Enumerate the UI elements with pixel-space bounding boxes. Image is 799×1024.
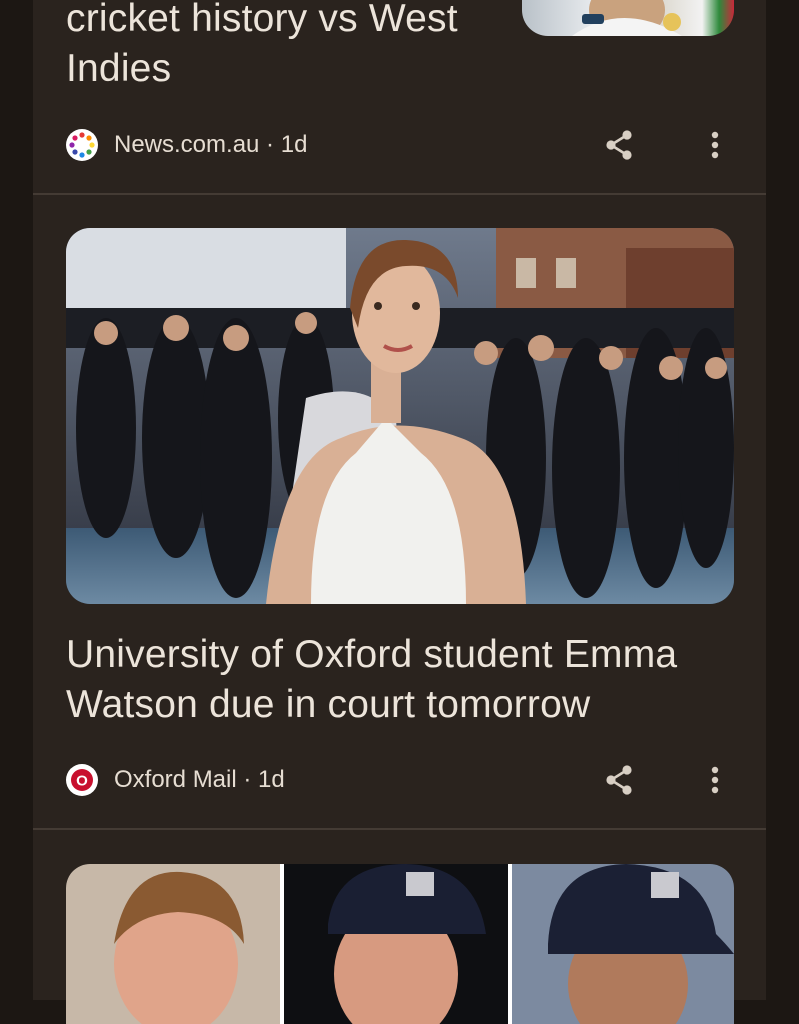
article-image[interactable]	[66, 864, 734, 1024]
card-divider	[33, 828, 766, 830]
meta-separator: ·	[236, 766, 259, 793]
more-options-button[interactable]	[700, 762, 730, 798]
source-name: Oxford Mail	[114, 766, 237, 793]
share-icon	[606, 765, 632, 795]
news-card[interactable]: University of Oxford student Emma Watson…	[33, 0, 766, 830]
share-button[interactable]	[601, 762, 637, 798]
article-image[interactable]	[66, 228, 734, 604]
news-feed: cricket history vs West Indies News.com.…	[33, 0, 766, 1024]
more-vert-icon	[711, 766, 719, 794]
source-row: O Oxford Mail · 1d	[66, 760, 734, 800]
source-meta[interactable]: Oxford Mail · 1d	[114, 766, 285, 794]
article-age: 1d	[258, 766, 285, 793]
oxford-mail-logo-letter: O	[76, 773, 88, 790]
cricket-players-collage	[66, 864, 734, 1024]
oxford-mail-logo-icon: O	[66, 764, 98, 796]
headline[interactable]: University of Oxford student Emma Watson…	[66, 630, 677, 730]
headline-line: Watson due in court tomorrow	[66, 683, 591, 726]
red-carpet-photo	[66, 228, 734, 604]
headline-line: University of Oxford student Emma	[66, 633, 678, 676]
